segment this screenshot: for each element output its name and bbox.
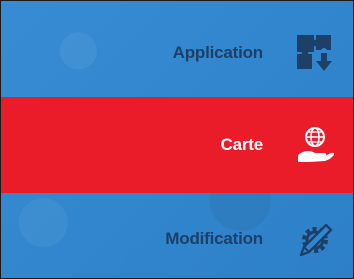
menu-item-label: Application — [172, 43, 264, 62]
puzzle-download-icon — [295, 33, 335, 73]
menu-item-carte[interactable]: Carte — [1, 97, 353, 193]
globe-hand-icon — [295, 125, 335, 165]
menu-item-application[interactable]: Application — [1, 1, 353, 97]
menu-item-label: Carte — [220, 135, 264, 154]
menu-item-modification[interactable]: Modification — [1, 193, 353, 278]
gear-pencil-icon — [295, 219, 335, 259]
menu-item-label: Modification — [165, 228, 263, 248]
side-menu: Application Carte Modification — [0, 0, 354, 279]
